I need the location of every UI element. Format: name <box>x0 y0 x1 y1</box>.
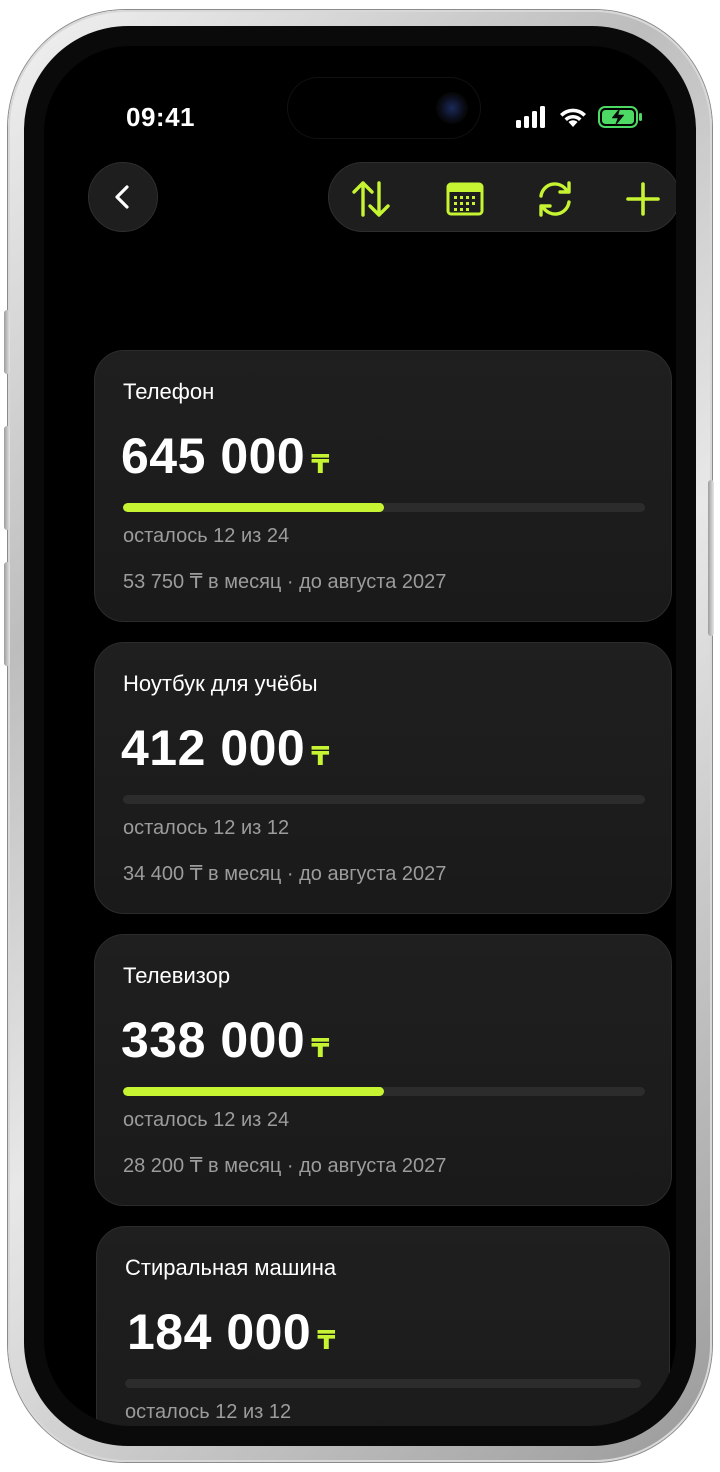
volume-down-button <box>4 562 10 666</box>
currency-sign: ₸ <box>311 1033 330 1063</box>
installment-card[interactable]: Телевизор 338 000 ₸ осталось 12 из 24 28 … <box>94 934 672 1206</box>
plus-icon <box>626 182 660 216</box>
amount-value: 338 000 <box>121 1012 306 1068</box>
remaining-text: осталось 12 из 12 <box>123 817 290 839</box>
progress-fill <box>123 1087 384 1096</box>
refresh-button[interactable] <box>533 177 577 221</box>
remaining-text: осталось 12 из 24 <box>123 1109 290 1131</box>
card-title: Телевизор <box>123 963 231 988</box>
progress-bar <box>123 795 645 804</box>
calendar-button[interactable] <box>443 177 487 221</box>
volume-up-button <box>4 426 10 530</box>
card-title: Телефон <box>123 379 215 404</box>
amount-value: 184 000 <box>127 1304 312 1360</box>
remaining-text: осталось 12 из 24 <box>123 525 290 547</box>
installment-card[interactable]: Телефон 645 000 ₸ осталось 12 из 24 53 75… <box>94 350 672 622</box>
progress-bar <box>125 1379 641 1388</box>
card-amount: 412 000 ₸ <box>121 719 330 777</box>
installment-card[interactable]: Ноутбук для учёбы 412 000 ₸ осталось 12 и… <box>94 642 672 914</box>
currency-sign: ₸ <box>317 1325 336 1355</box>
refresh-icon <box>539 181 571 217</box>
monthly-text: 28 200 ₸ в месяц · до августа 2027 <box>123 1155 447 1177</box>
card-amount: 338 000 ₸ <box>121 1011 330 1069</box>
progress-bar <box>123 1087 645 1096</box>
bezel: 09:41 Телефон 645 000 ₸ осталось 12 из 2… <box>24 26 696 1446</box>
navigation-bar <box>44 46 676 246</box>
amount-value: 645 000 <box>121 428 306 484</box>
add-button[interactable] <box>621 177 665 221</box>
progress-bar <box>123 503 645 512</box>
action-button <box>4 310 10 374</box>
chevron-left-icon <box>115 185 129 209</box>
phone-frame: 09:41 Телефон 645 000 ₸ осталось 12 из 2… <box>4 10 714 1462</box>
card-amount: 184 000 ₸ <box>127 1303 336 1361</box>
currency-sign: ₸ <box>311 741 330 771</box>
back-button[interactable] <box>88 162 158 232</box>
card-amount: 645 000 ₸ <box>121 427 330 485</box>
power-button <box>708 480 714 636</box>
monthly-text: 34 400 ₸ в месяц · до августа 2027 <box>123 863 447 885</box>
progress-fill <box>123 503 384 512</box>
card-title: Стиральная машина <box>125 1255 337 1280</box>
screen: 09:41 Телефон 645 000 ₸ осталось 12 из 2… <box>44 46 676 1426</box>
card-title: Ноутбук для учёбы <box>123 671 318 696</box>
monthly-text: 53 750 ₸ в месяц · до августа 2027 <box>123 571 447 593</box>
calendar-icon <box>446 182 484 216</box>
sort-arrows-icon <box>352 181 390 217</box>
amount-value: 412 000 <box>121 720 306 776</box>
sort-button[interactable] <box>349 177 393 221</box>
remaining-text: осталось 12 из 12 <box>125 1401 292 1423</box>
installment-card[interactable]: Стиральная машина 184 000 ₸ осталось 12 и… <box>96 1226 670 1426</box>
currency-sign: ₸ <box>311 449 330 479</box>
toolbar <box>328 162 676 232</box>
